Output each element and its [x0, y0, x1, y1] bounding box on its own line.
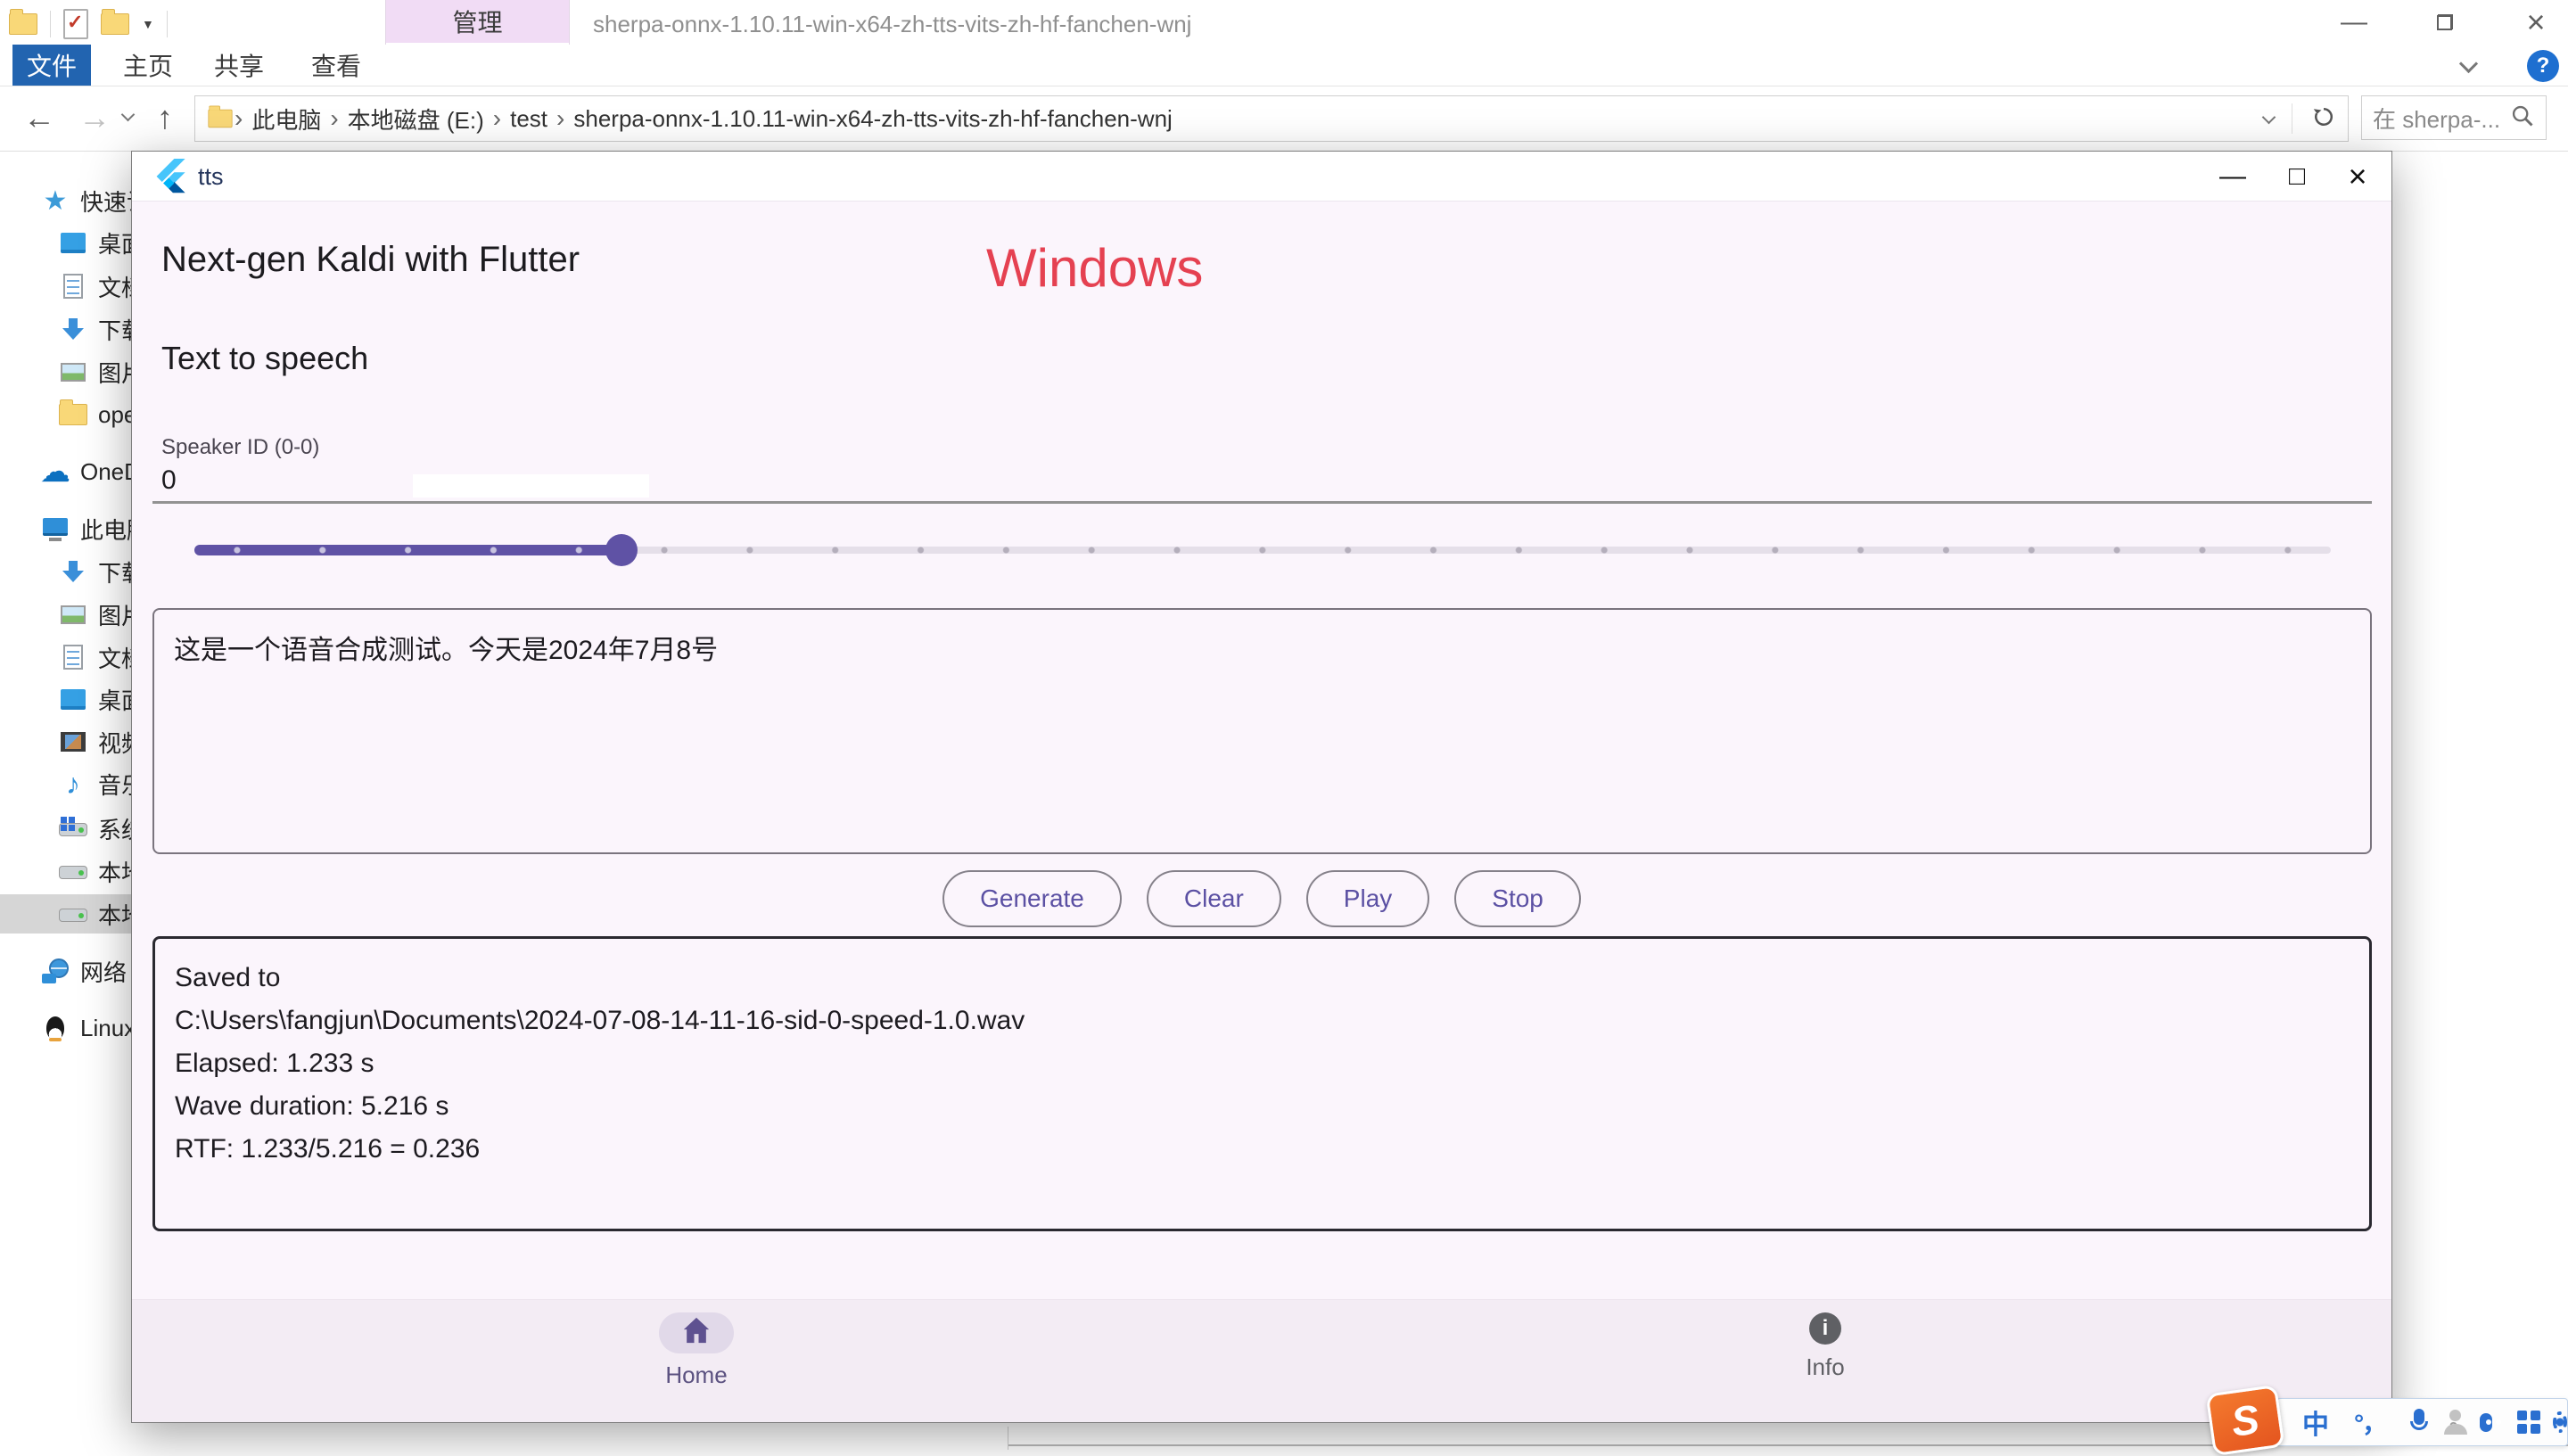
tts-app-window: tts — □ × Next-gen Kaldi with Flutter Wi… [131, 151, 2392, 1423]
refresh-icon[interactable] [2310, 103, 2337, 135]
output-panel: Saved to C:\Users\fangjun\Documents\2024… [152, 936, 2372, 1231]
breadcrumb-test[interactable]: test [501, 105, 556, 133]
system-drive-icon [59, 817, 87, 840]
documents-icon [59, 644, 87, 670]
downloads-icon [59, 558, 87, 585]
help-icon[interactable]: ? [2527, 50, 2559, 82]
ime-assistant-icon[interactable] [2480, 1413, 2492, 1432]
music-icon: ♪ [59, 770, 87, 797]
speaker-id-field[interactable]: 0 [161, 465, 177, 496]
output-line-rtf: RTF: 1.233/5.216 = 0.236 [175, 1128, 2350, 1171]
nav-indicator [659, 1312, 734, 1353]
speaker-id-label: Speaker ID (0-0) [161, 435, 319, 460]
app-title: tts [198, 163, 224, 191]
home-label: Home [665, 1361, 727, 1389]
ime-settings-icon[interactable] [2553, 1411, 2567, 1433]
section-title: Text to speech [161, 340, 368, 377]
desktop-icon [59, 686, 87, 712]
action-button-row: Generate Clear Play Stop [132, 870, 2391, 927]
maximize-icon[interactable]: □ [2270, 159, 2324, 194]
minimize-icon[interactable]: — [2334, 5, 2374, 39]
manage-tab[interactable]: 管理 [386, 0, 569, 43]
minimize-icon[interactable]: — [2206, 159, 2259, 194]
folder-icon[interactable] [9, 13, 37, 35]
restore-icon[interactable] [2425, 5, 2465, 39]
speaker-field-highlight [413, 474, 649, 498]
desktop-icon [59, 229, 87, 256]
folder-icon [208, 110, 232, 128]
flutter-logo-icon [153, 159, 189, 194]
back-icon[interactable]: ← [23, 99, 55, 136]
output-line: Saved to [175, 957, 2350, 999]
windows-annotation: Windows [986, 237, 1203, 299]
address-bar[interactable]: › 此电脑 › 本地磁盘 (E:) › test › sherpa-onnx-1… [194, 95, 2349, 142]
recent-locations-icon[interactable] [123, 108, 133, 124]
breadcrumb-current-folder[interactable]: sherpa-onnx-1.10.11-win-x64-zh-tts-vits-… [564, 105, 1181, 133]
tab-view[interactable]: 查看 [293, 45, 379, 86]
tab-share[interactable]: 共享 [196, 45, 282, 86]
search-icon[interactable] [2510, 103, 2535, 133]
quick-access-toolbar: ▼ [9, 9, 168, 39]
breadcrumb-drive[interactable]: 本地磁盘 (E:) [339, 103, 493, 136]
this-pc-icon [41, 515, 70, 542]
ime-toolbox-grid-icon[interactable] [2517, 1411, 2528, 1434]
linux-penguin-icon [41, 1015, 70, 1041]
address-dropdown-icon[interactable] [2264, 111, 2274, 127]
clear-button[interactable]: Clear [1147, 870, 1281, 927]
info-icon: i [1809, 1312, 1841, 1345]
tab-file[interactable]: 文件 [12, 45, 91, 86]
ribbon-tab-row: 文件 主页 共享 查看 [0, 45, 2568, 86]
nav-info[interactable]: i Info [1691, 1309, 1959, 1381]
output-line-elapsed: Elapsed: 1.233 s [175, 1042, 2350, 1085]
local-drive-icon [59, 902, 87, 925]
ime-account-icon[interactable]: 2 [2444, 1410, 2455, 1435]
local-drive-icon [59, 860, 87, 883]
app-titlebar[interactable]: tts — □ × [132, 152, 2391, 202]
slider-thumb[interactable] [605, 534, 638, 566]
onedrive-cloud-icon: ☁ [41, 458, 70, 485]
collapse-ribbon-icon[interactable] [2462, 57, 2475, 75]
folder-icon [59, 401, 87, 428]
ime-mic-icon[interactable] [2410, 1409, 2418, 1435]
network-icon [41, 958, 70, 984]
pictures-icon [59, 358, 87, 385]
pictures-icon [59, 601, 87, 628]
play-button[interactable]: Play [1306, 870, 1429, 927]
search-placeholder: 在 sherpa-... [2373, 102, 2510, 135]
tab-home[interactable]: 主页 [105, 45, 191, 86]
downloads-icon [59, 316, 87, 342]
ime-punctuation-icon[interactable]: °， [2354, 1404, 2385, 1440]
tts-text-input[interactable]: 这是一个语音合成测试。今天是2024年7月8号 [152, 608, 2372, 854]
properties-icon[interactable] [63, 9, 88, 39]
sogou-logo[interactable]: S [2206, 1385, 2285, 1456]
ime-chinese-mode-icon[interactable]: 中 [2302, 1403, 2329, 1442]
slider-active-ticks [194, 547, 621, 554]
speed-slider[interactable] [132, 526, 2391, 580]
output-line-duration: Wave duration: 5.216 s [175, 1085, 2350, 1128]
generate-button[interactable]: Generate [942, 870, 1122, 927]
up-icon[interactable]: ↑ [157, 99, 173, 136]
documents-icon [59, 273, 87, 300]
bottom-navigation-bar: Home i Info [132, 1299, 2391, 1422]
toolbar-separator [50, 11, 51, 37]
output-line-path: C:\Users\fangjun\Documents\2024-07-08-14… [175, 999, 2350, 1042]
breadcrumb-this-pc[interactable]: 此电脑 [243, 103, 330, 136]
new-folder-icon[interactable] [101, 13, 129, 35]
ime-toolbar: 中 °， 2 [2276, 1398, 2568, 1446]
quick-access-star-icon: ★ [41, 187, 70, 214]
page-title: Next-gen Kaldi with Flutter [161, 240, 580, 280]
toolbar-separator [167, 11, 168, 37]
customize-toolbar-icon[interactable]: ▼ [142, 17, 154, 31]
forward-icon[interactable]: → [78, 99, 111, 136]
nav-home[interactable]: Home [563, 1309, 830, 1389]
address-row: ← → ↑ › 此电脑 › 本地磁盘 (E:) › test › sherpa-… [0, 86, 2568, 152]
search-input[interactable]: 在 sherpa-... [2361, 95, 2547, 140]
info-label: Info [1806, 1353, 1844, 1381]
stop-button[interactable]: Stop [1454, 870, 1581, 927]
close-icon[interactable]: × [2516, 5, 2556, 39]
explorer-window-title: sherpa-onnx-1.10.11-win-x64-zh-tts-vits-… [593, 11, 1191, 38]
close-icon[interactable]: × [2331, 159, 2384, 194]
videos-icon [59, 728, 87, 755]
speaker-field-underline [152, 501, 2372, 504]
